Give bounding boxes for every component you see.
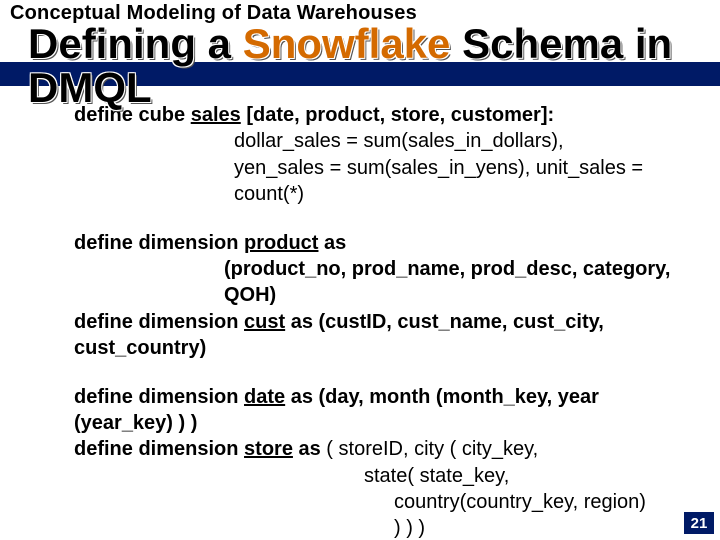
kw-dim-cust: define dimension — [74, 311, 244, 333]
dim-date-name: date — [244, 386, 285, 408]
line-dim-cust: define dimension cust as (custID, cust_n… — [74, 309, 690, 362]
dim-product-name: product — [244, 232, 318, 254]
kw-dim-product: define dimension — [74, 232, 244, 254]
page-number: 21 — [691, 515, 708, 532]
kw-dim-store: define dimension — [74, 438, 244, 460]
line-dim-product: define dimension product as — [74, 230, 690, 256]
dim-cust-name: cust — [244, 311, 285, 333]
slide-title: Defining a Snowflake Schema in DMQL — [28, 22, 710, 110]
line-product-attrs: (product_no, prod_name, prod_desc, categ… — [224, 258, 670, 306]
line-dim-store: define dimension store as ( storeID, cit… — [74, 436, 690, 462]
kw-dim-date: define dimension — [74, 386, 244, 408]
dim-store-open: ( storeID, city ( city_key, — [326, 438, 538, 460]
page-number-badge: 21 — [684, 512, 714, 534]
line-dim-date: define dimension date as (day, month (mo… — [74, 384, 690, 437]
dim-product-as: as — [318, 232, 346, 254]
dim-store-as: as — [293, 438, 326, 460]
line-country: country(country_key, region) — [74, 489, 690, 515]
line-dollar-sales: dollar_sales = sum(sales_in_dollars), — [74, 128, 690, 154]
line-state: state( state_key, — [74, 463, 690, 489]
line-yen-sales: yen_sales = sum(sales_in_yens), unit_sal… — [74, 155, 690, 208]
dim-store-name: store — [244, 438, 293, 460]
line-close-parens: ) ) ) — [74, 515, 690, 540]
title-prefix: Defining a — [28, 20, 243, 67]
title-highlight: Snowflake — [243, 20, 451, 67]
slide-body: define cube sales [date, product, store,… — [74, 102, 690, 540]
